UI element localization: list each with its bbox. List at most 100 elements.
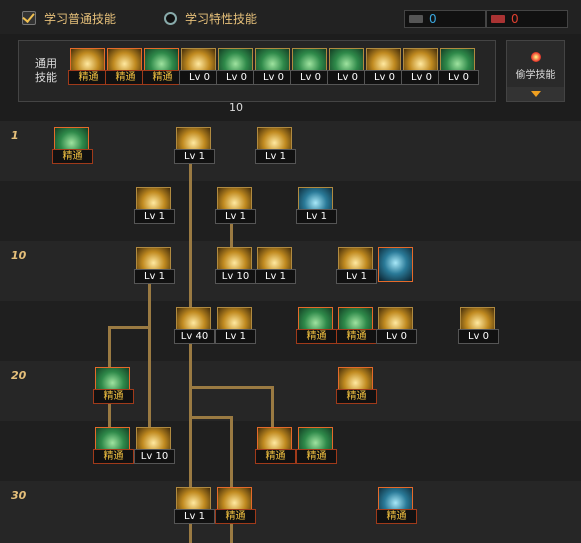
skill-slot[interactable]: 精通	[68, 48, 109, 85]
checked-icon	[22, 11, 36, 25]
skill-slot[interactable]: Lv 1	[296, 187, 337, 224]
skill-slot[interactable]: Lv 10	[134, 427, 175, 464]
skill-level-tag: 精通	[105, 70, 146, 85]
level-label: 1	[11, 129, 19, 142]
skill-level-tag: Lv 0	[376, 329, 417, 344]
skill-slot[interactable]: Lv 0	[438, 48, 479, 85]
skill-slot[interactable]: 精通	[215, 487, 256, 524]
skill-slot[interactable]: Lv 1	[336, 247, 377, 284]
skill-slot[interactable]: Lv 0	[401, 48, 442, 85]
skill-slot[interactable]: Lv 1	[215, 307, 256, 344]
tree-row	[0, 181, 581, 241]
skill-level-tag: Lv 1	[174, 509, 215, 524]
skill-slot[interactable]: Lv 1	[255, 127, 296, 164]
skill-slot[interactable]: Lv 1	[174, 487, 215, 524]
top-bar: 学习普通技能 学习特性技能 0 0	[0, 0, 581, 34]
skill-level-tag: Lv 1	[134, 209, 175, 224]
skill-slot[interactable]: Lv 1	[134, 187, 175, 224]
skill-slot[interactable]: 精通	[142, 48, 183, 85]
common-skills-marker: 10	[229, 101, 243, 114]
skill-level-tag: Lv 1	[336, 269, 377, 284]
skill-level-tag: Lv 1	[134, 269, 175, 284]
skill-slot[interactable]: Lv 1	[174, 127, 215, 164]
tree-row: 30	[0, 481, 581, 543]
sp-value: 0	[429, 12, 437, 26]
skill-slot[interactable]: Lv 0	[216, 48, 257, 85]
skill-level-tag: 精通	[68, 70, 109, 85]
skill-slot[interactable]: 精通	[52, 127, 93, 164]
learn-special-radio[interactable]: 学习特性技能	[164, 9, 257, 27]
skill-level-tag: Lv 10	[215, 269, 256, 284]
skill-slot[interactable]: 精通	[93, 367, 134, 404]
skill-level-tag: Lv 10	[134, 449, 175, 464]
skill-level-tag: Lv 40	[174, 329, 215, 344]
radio-icon	[164, 11, 177, 25]
skill-slot[interactable]: 精通	[105, 48, 146, 85]
learn-normal-radio[interactable]: 学习普通技能	[22, 9, 116, 27]
skill-level-tag: Lv 0	[290, 70, 331, 85]
skill-slot[interactable]: Lv 0	[253, 48, 294, 85]
skill-slot[interactable]: 精通	[255, 427, 296, 464]
skill-slot[interactable]: 精通	[93, 427, 134, 464]
sp-counter: 0	[404, 10, 486, 28]
skill-slot[interactable]: Lv 1	[255, 247, 296, 284]
skill-slot[interactable]: 精通	[296, 427, 337, 464]
learn-special-label: 学习特性技能	[185, 11, 258, 26]
connector-line	[148, 280, 151, 430]
skill-level-tag: Lv 0	[327, 70, 368, 85]
connector-line	[271, 386, 274, 430]
skill-level-tag: 精通	[255, 449, 296, 464]
skill-slot[interactable]: Lv 0	[364, 48, 405, 85]
skill-level-tag: Lv 0	[401, 70, 442, 85]
skill-level-tag: Lv 0	[179, 70, 220, 85]
skill-slot[interactable]: Lv 1	[215, 187, 256, 224]
skill-level-tag: Lv 0	[438, 70, 479, 85]
skill-slot[interactable]: 精通	[336, 367, 377, 404]
skill-slot[interactable]: 精通	[336, 307, 377, 344]
skill-slot[interactable]	[378, 247, 413, 283]
level-label: 30	[11, 489, 27, 502]
skill-level-tag: Lv 1	[215, 329, 256, 344]
common-skills-panel: 通用技能 精通 精通 精通 Lv 0 Lv 0 Lv 0 Lv 0 Lv 0 Lv 0 Lv 0L…	[18, 40, 496, 102]
steal-skills-label: 偷学技能	[515, 70, 556, 81]
sp-tag-icon	[409, 15, 423, 23]
skill-level-tag: Lv 1	[215, 209, 256, 224]
level-label: 20	[11, 369, 27, 382]
connector-line	[108, 326, 111, 370]
steal-skills-button[interactable]: 偷学技能	[506, 40, 565, 102]
expand-arrow-icon[interactable]	[507, 87, 564, 101]
skill-slot[interactable]: Lv 0	[290, 48, 331, 85]
skill-level-tag: 精通	[52, 149, 93, 164]
skill-level-tag: 精通	[336, 389, 377, 404]
common-skills-label: 通用技能	[35, 57, 57, 84]
tp-tag-icon	[491, 15, 505, 23]
skill-level-tag: Lv 0	[216, 70, 257, 85]
steal-orb-icon	[530, 52, 541, 62]
skill-level-tag: Lv 0	[364, 70, 405, 85]
skill-slot[interactable]: Lv 0	[179, 48, 220, 85]
tp-value: 0	[511, 12, 519, 26]
skill-level-tag: 精通	[296, 449, 337, 464]
skill-level-tag: 精通	[93, 449, 134, 464]
skill-slot[interactable]: Lv 0	[458, 307, 499, 344]
mask-icon	[378, 247, 413, 282]
skill-level-tag: Lv 1	[255, 269, 296, 284]
skill-slot[interactable]: Lv 10	[215, 247, 256, 284]
level-label: 10	[11, 249, 27, 262]
skill-level-tag: Lv 1	[174, 149, 215, 164]
skill-slot[interactable]: Lv 40	[174, 307, 215, 344]
skill-slot[interactable]: 精通	[296, 307, 337, 344]
skill-level-tag: 精通	[296, 329, 337, 344]
skill-level-tag: 精通	[142, 70, 183, 85]
connector-line	[190, 386, 273, 389]
tree-row: 20	[0, 361, 581, 421]
skill-level-tag: Lv 0	[458, 329, 499, 344]
connector-line	[189, 158, 192, 543]
skill-slot[interactable]: Lv 0	[327, 48, 368, 85]
skill-level-tag: Lv 0	[253, 70, 294, 85]
connector-line	[108, 326, 150, 329]
skill-slot[interactable]: 精通	[376, 487, 417, 524]
skill-slot[interactable]: Lv 1	[134, 247, 175, 284]
skill-level-tag: 精通	[93, 389, 134, 404]
skill-slot[interactable]: Lv 0	[376, 307, 417, 344]
